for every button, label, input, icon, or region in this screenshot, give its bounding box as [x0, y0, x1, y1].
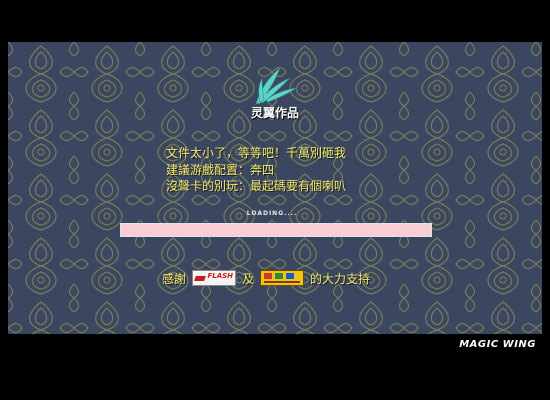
message-line-3: 沒聲卡的別玩：最起碼要有個喇叭: [166, 179, 347, 193]
studio-name: 灵翼作品: [250, 106, 299, 120]
loading-progress-bar: [120, 223, 432, 237]
loading-screen: 灵翼作品 文件太小了，等等吧！千萬別砸我 建議游戲配置：奔四 沒聲卡的別玩：最起…: [8, 42, 542, 334]
credits-conjunction: 及: [242, 271, 255, 286]
brand-logo-text: MAGIC WING: [459, 339, 536, 350]
credits-line: 感謝 FLASH 及 的大力支持: [162, 268, 370, 288]
flash-badge-text: FLASH: [207, 272, 234, 280]
loading-progress-fill: [121, 224, 431, 236]
club-badge-underline-icon: [264, 281, 301, 283]
left-letterbox: [0, 42, 8, 334]
message-line-2: 建議游戲配置：奔四: [166, 162, 275, 177]
wing-logo-icon: [255, 67, 297, 105]
credits-prefix: 感謝: [162, 271, 187, 286]
loading-label: LOADING....: [246, 210, 298, 217]
club-badge-block-icon: [275, 273, 284, 279]
club-badge-block-icon: [286, 273, 295, 279]
club-badge-block-icon: [264, 273, 273, 279]
flash-sponsor-badge[interactable]: FLASH: [192, 270, 237, 286]
top-letterbox: [0, 0, 550, 42]
message-line-1: 文件太小了，等等吧！千萬別砸我: [166, 146, 347, 160]
club-sponsor-badge[interactable]: [260, 270, 305, 286]
flash-stripe-icon: [194, 276, 206, 281]
credits-suffix: 的大力支持: [310, 271, 371, 286]
loading-message: 文件太小了，等等吧！千萬別砸我 建議游戲配置：奔四 沒聲卡的別玩：最起碼要有個喇…: [166, 145, 466, 195]
